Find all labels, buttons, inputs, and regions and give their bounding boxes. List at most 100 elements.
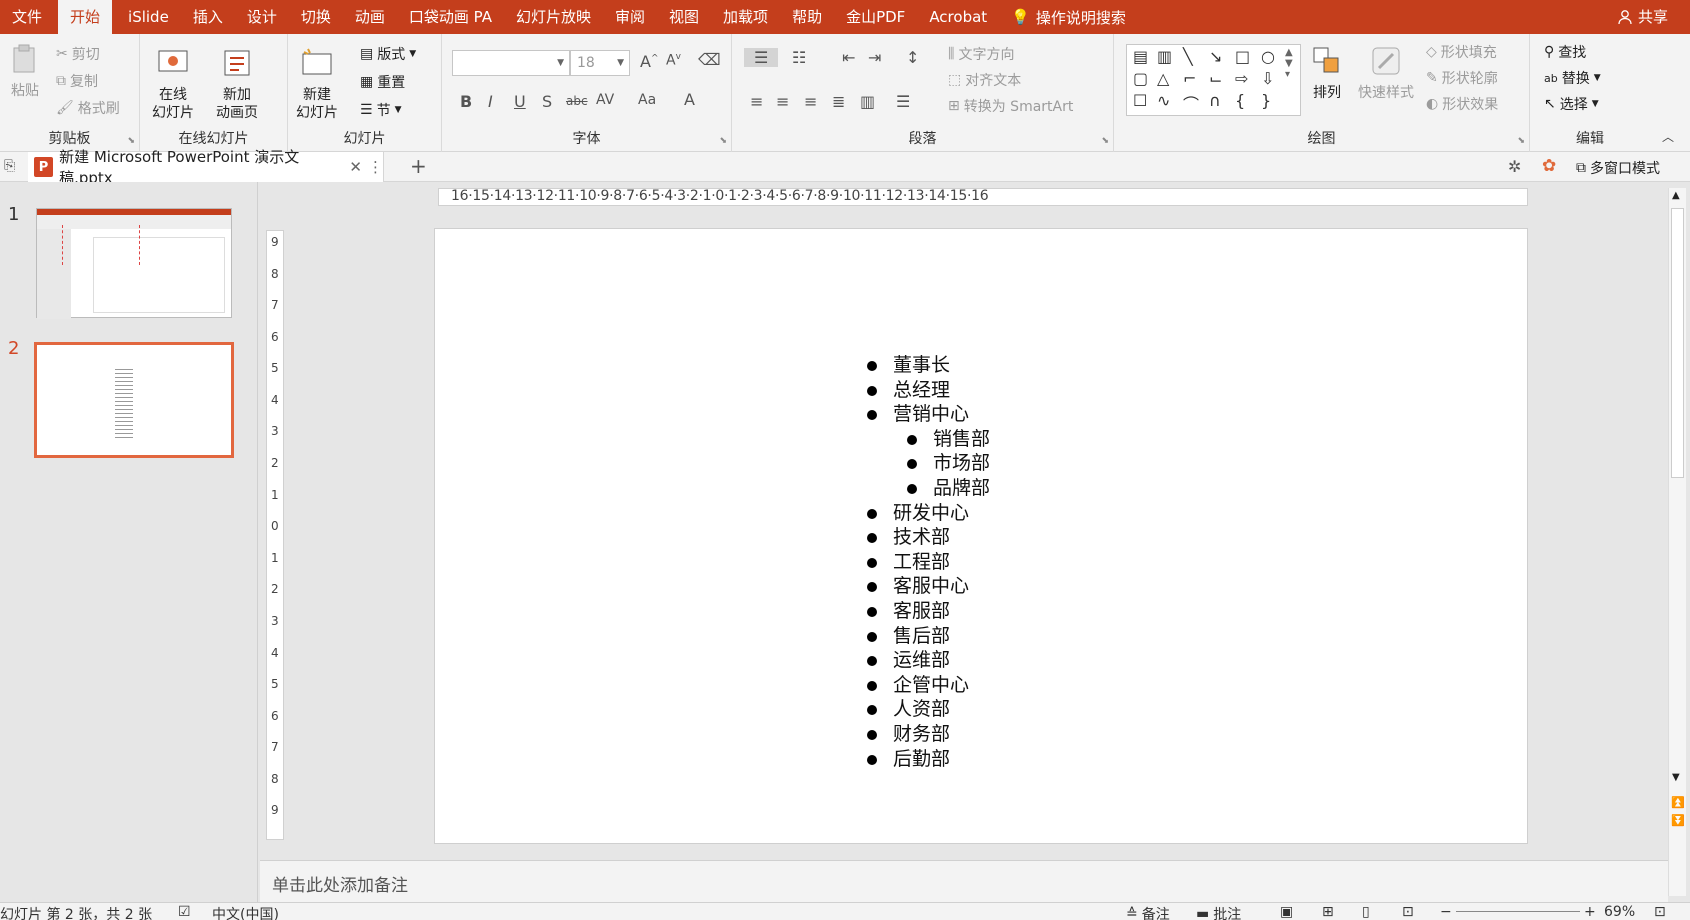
bullet-item[interactable]: 运维部 bbox=[865, 648, 990, 673]
distribute-icon[interactable]: ☰ bbox=[896, 92, 910, 111]
menu-item-5[interactable]: 切换 bbox=[289, 0, 343, 34]
select-button[interactable]: ↖ 选择 ▼ bbox=[1544, 94, 1599, 114]
align-center-icon[interactable]: ≡ bbox=[776, 92, 789, 111]
slideshow-view-icon[interactable]: ⊡ bbox=[1402, 904, 1414, 920]
new-anim-page-button[interactable]: 新加 动画页 bbox=[216, 46, 258, 122]
fit-window-icon[interactable]: ⊡ bbox=[1654, 904, 1666, 920]
elbow-arrow-shape-icon[interactable]: ⌙ bbox=[1209, 69, 1222, 88]
document-tab[interactable]: P 新建 Microsoft PowerPoint 演示文稿.pptx ✕ ⋮ bbox=[28, 148, 384, 187]
reset-button[interactable]: ▦ 重置 bbox=[360, 72, 405, 92]
rounded-rect-shape-icon[interactable]: ▢ bbox=[1133, 69, 1148, 88]
notes-pane[interactable]: 单击此处添加备注 bbox=[260, 860, 1668, 902]
clear-format-icon[interactable]: ⌫ bbox=[698, 50, 721, 69]
find-button[interactable]: ⚲ 查找 bbox=[1544, 42, 1586, 62]
menu-item-2[interactable]: iSlide bbox=[116, 0, 181, 34]
triangle-shape-icon[interactable]: △ bbox=[1157, 69, 1169, 88]
menu-item-3[interactable]: 插入 bbox=[181, 0, 235, 34]
zoom-slider[interactable] bbox=[1456, 911, 1580, 912]
shape-fill-button[interactable]: ◇ 形状填充 bbox=[1426, 42, 1497, 62]
menu-item-12[interactable]: 帮助 bbox=[780, 0, 834, 34]
bullet-item[interactable]: 财务部 bbox=[865, 722, 990, 747]
menu-item-11[interactable]: 加载项 bbox=[711, 0, 780, 34]
copy-button[interactable]: ⧉ 复制 bbox=[56, 71, 98, 91]
menu-item-9[interactable]: 审阅 bbox=[603, 0, 657, 34]
vtextbox-shape-icon[interactable]: ▥ bbox=[1157, 47, 1172, 66]
online-slides-button[interactable]: 在线 幻灯片 bbox=[152, 46, 194, 122]
dialog-launcher-icon[interactable]: ⬊ bbox=[1101, 136, 1109, 146]
shape-gallery[interactable]: ▤ ▥ ╲ ↘ □ ○ ▢ △ ⌐ ⌙ ⇨ ⇩ ☐ ∿ ⌒ ∩ { } ▲ ▼ ▾ bbox=[1126, 44, 1301, 116]
language-indicator[interactable]: 中文(中国) bbox=[212, 904, 279, 920]
paste-button[interactable]: 粘贴 bbox=[8, 42, 42, 100]
scroll-up-icon[interactable]: ▲ bbox=[1672, 190, 1680, 201]
char-spacing-icon[interactable]: AV bbox=[596, 92, 614, 108]
slide-canvas[interactable]: 董事长 总经理 营销中心 销售部 市场部 品牌部 研发中心 技术部 工程部 客服中心 客服部 售后部运… bbox=[434, 228, 1528, 844]
bullet-item[interactable]: 后勤部 bbox=[865, 747, 990, 772]
rectangle-shape-icon[interactable]: □ bbox=[1235, 47, 1250, 66]
reading-view-icon[interactable]: ▯ bbox=[1362, 904, 1370, 920]
sorter-view-icon[interactable]: ⊞ bbox=[1322, 904, 1334, 920]
bullet-item[interactable]: 客服部 bbox=[865, 599, 990, 624]
down-arrow-shape-icon[interactable]: ⇩ bbox=[1261, 69, 1274, 88]
shape-outline-button[interactable]: ✎ 形状轮廓 bbox=[1426, 68, 1498, 88]
bullet-item[interactable]: 总经理 bbox=[865, 378, 990, 403]
strikethrough-icon[interactable]: abc bbox=[566, 94, 588, 108]
pin-icon[interactable]: ✲ bbox=[1508, 157, 1521, 176]
scroll-down-icon[interactable]: ▼ bbox=[1672, 772, 1680, 783]
left-brace-shape-icon[interactable]: { bbox=[1235, 91, 1245, 110]
increase-indent-icon[interactable]: ⇥ bbox=[868, 48, 881, 67]
font-name-input[interactable]: ▼ bbox=[452, 50, 570, 76]
decrease-font-icon[interactable]: Av bbox=[666, 52, 681, 69]
shadow-icon[interactable]: S bbox=[542, 92, 552, 111]
increase-font-icon[interactable]: A^ bbox=[640, 52, 659, 71]
section-button[interactable]: ☰ 节 ▼ bbox=[360, 100, 401, 120]
font-color-icon[interactable]: A bbox=[684, 90, 695, 109]
right-brace-shape-icon[interactable]: } bbox=[1261, 91, 1271, 110]
textbox-shape-icon[interactable]: ▤ bbox=[1133, 47, 1148, 66]
font-size-input[interactable]: 18 ▼ bbox=[570, 50, 630, 76]
underline-icon[interactable]: U bbox=[514, 92, 526, 111]
bullet-item[interactable]: 人资部 bbox=[865, 697, 990, 722]
format-painter-button[interactable]: 🖌 格式刷 bbox=[56, 98, 120, 118]
text-direction-button[interactable]: ⫼ 文字方向 bbox=[948, 44, 1014, 64]
multiwindow-button[interactable]: ⧉ 多窗口模式 bbox=[1576, 158, 1660, 178]
tab-list-icon[interactable]: ⎘ bbox=[4, 158, 15, 174]
dialog-launcher-icon[interactable]: ⬊ bbox=[719, 136, 727, 146]
elbow-connector-shape-icon[interactable]: ⌐ bbox=[1183, 69, 1196, 88]
layout-button[interactable]: ▤ 版式 ▼ bbox=[360, 44, 416, 64]
cut-button[interactable]: ✂ 剪切 bbox=[56, 44, 100, 64]
bullet-item[interactable]: 研发中心 bbox=[865, 501, 990, 526]
comments-toggle-button[interactable]: ▬ 批注 bbox=[1196, 904, 1241, 920]
bold-icon[interactable]: B bbox=[460, 92, 472, 111]
gallery-scroll-icon[interactable]: ▲ ▼ ▾ bbox=[1285, 47, 1293, 80]
collapse-ribbon-icon[interactable]: ︿ bbox=[1662, 128, 1674, 145]
smartart-button[interactable]: ⊞ 转换为 SmartArt bbox=[948, 96, 1073, 116]
bullet-item[interactable]: 营销中心 bbox=[865, 402, 990, 427]
bullet-item[interactable]: 销售部 bbox=[905, 427, 990, 452]
normal-view-icon[interactable]: ▣ bbox=[1280, 904, 1293, 920]
share-button[interactable]: 共享 bbox=[1617, 0, 1668, 34]
new-tab-icon[interactable]: + bbox=[410, 154, 427, 178]
bullet-item[interactable]: 技术部 bbox=[865, 525, 990, 550]
prev-slide-icon[interactable]: ⏫ bbox=[1671, 796, 1685, 809]
menu-item-1[interactable]: 开始 bbox=[58, 0, 113, 34]
dialog-launcher-icon[interactable]: ⬊ bbox=[1517, 136, 1525, 146]
dialog-launcher-icon[interactable]: ⬊ bbox=[127, 136, 135, 146]
chevron-down-icon[interactable]: ▼ bbox=[557, 51, 564, 75]
replace-button[interactable]: ab 替换 ▼ bbox=[1544, 68, 1601, 88]
menu-item-7[interactable]: 口袋动画 PA bbox=[397, 0, 504, 34]
justify-icon[interactable]: ≣ bbox=[832, 92, 845, 111]
scroll-thumb[interactable] bbox=[1671, 208, 1684, 478]
bullet-item[interactable]: 售后部 bbox=[865, 624, 990, 649]
bullet-item[interactable]: 企管中心 bbox=[865, 673, 990, 698]
menu-item-14[interactable]: Acrobat bbox=[917, 0, 999, 34]
right-arrow-shape-icon[interactable]: ⇨ bbox=[1235, 69, 1248, 88]
new-slide-button[interactable]: 新建 幻灯片 bbox=[296, 46, 338, 122]
align-text-button[interactable]: ⬚ 对齐文本 bbox=[948, 70, 1021, 90]
settings-icon[interactable]: ✿ bbox=[1542, 156, 1556, 176]
bullet-item[interactable]: 工程部 bbox=[865, 550, 990, 575]
bullet-item[interactable]: 市场部 bbox=[905, 451, 990, 476]
zoom-out-icon[interactable]: − bbox=[1440, 904, 1452, 920]
bullet-list[interactable]: 董事长 总经理 营销中心 销售部 市场部 品牌部 研发中心 技术部 工程部 客服中心 客服部 售后部运… bbox=[865, 353, 990, 771]
columns-icon[interactable]: ▥ bbox=[860, 92, 875, 111]
spellcheck-icon[interactable]: ☑ bbox=[178, 904, 191, 920]
